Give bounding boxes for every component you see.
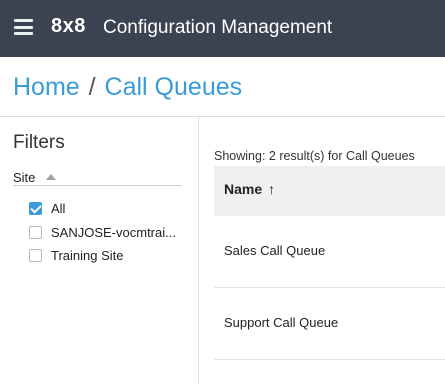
column-header-label: Name — [224, 181, 263, 197]
hamburger-menu-icon[interactable] — [14, 19, 33, 35]
filter-option-sanjose[interactable]: SANJOSE-vocmtrai... — [29, 224, 176, 240]
brand-logo: 8x8 — [51, 15, 86, 37]
arrow-up-icon: ↑ — [268, 181, 276, 197]
filter-option-all[interactable]: All — [29, 200, 65, 216]
table-header: Name ↑ — [214, 166, 445, 216]
header-divider — [0, 116, 445, 117]
panel-divider — [198, 117, 199, 384]
filters-title: Filters — [13, 132, 65, 153]
filter-option-label: SANJOSE-vocmtrai... — [51, 224, 176, 240]
filter-option-label: All — [51, 200, 66, 216]
checkbox-all[interactable] — [29, 201, 42, 215]
breadcrumb-home-link[interactable]: Home — [13, 73, 80, 101]
call-queue-name[interactable]: Sales Call Queue — [224, 243, 325, 258]
breadcrumb-separator: / — [88, 73, 96, 101]
filter-option-label: Training Site — [51, 247, 124, 263]
app-title: Configuration Management — [103, 17, 333, 38]
sort-up-icon[interactable] — [45, 174, 56, 180]
site-filter-header[interactable]: Site — [13, 169, 182, 186]
filter-option-training-site[interactable]: Training Site — [29, 247, 124, 263]
results-count: Showing: 2 result(s) for Call Queues — [214, 149, 415, 163]
checkbox-training-site[interactable] — [29, 248, 42, 262]
table-row[interactable]: Support Call Queue — [214, 288, 445, 360]
breadcrumb: Home / Call Queues — [13, 73, 242, 102]
column-header-name[interactable]: Name ↑ — [224, 181, 275, 197]
table-row[interactable]: Sales Call Queue — [214, 216, 445, 288]
breadcrumb-current: Call Queues — [104, 73, 243, 101]
site-filter-label: Site — [13, 170, 36, 185]
top-bar: 8x8 Configuration Management — [0, 0, 445, 57]
call-queue-name[interactable]: Support Call Queue — [224, 315, 338, 330]
checkbox-sanjose[interactable] — [29, 225, 42, 239]
